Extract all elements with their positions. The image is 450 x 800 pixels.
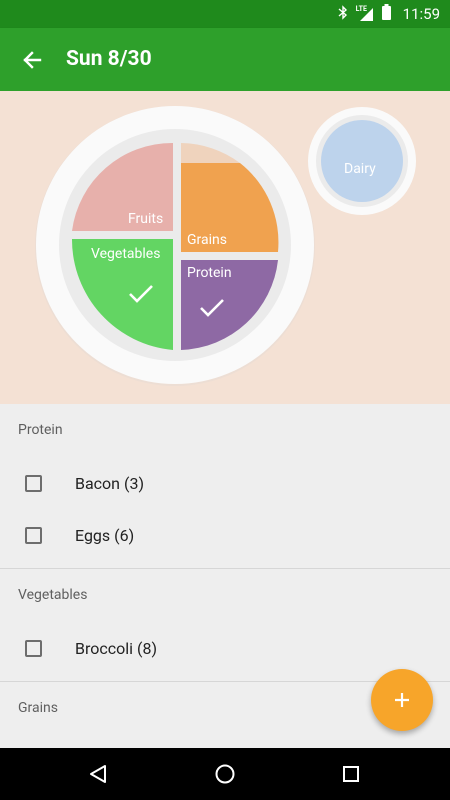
list-item-label: Broccoli (8) [75, 638, 158, 658]
vegetables-check-icon [129, 285, 153, 303]
protein-check-icon [200, 299, 224, 317]
arrow-back-icon [23, 51, 42, 69]
system-nav-bar [0, 748, 450, 800]
section-header-vegetables: Vegetables [18, 587, 88, 603]
status-bar: LTE 11:59 [0, 0, 450, 28]
nav-recents-icon [343, 766, 359, 782]
nav-recents-button[interactable] [336, 759, 366, 789]
grains-label: Grains [187, 232, 227, 248]
grains-section-top [181, 143, 240, 163]
list-item-partial[interactable] [0, 735, 450, 748]
nav-home-button[interactable] [210, 759, 240, 789]
nav-home-icon [215, 764, 235, 784]
page-title: Sun 8/30 [66, 47, 152, 71]
list-item[interactable]: Eggs (6) [0, 509, 450, 561]
protein-label: Protein [187, 265, 232, 281]
list-item[interactable]: Bacon (3) [0, 457, 450, 509]
list-item[interactable]: Broccoli (8) [0, 622, 450, 674]
vegetables-label: Vegetables [91, 246, 161, 262]
list-item-label: Eggs (6) [75, 525, 135, 545]
plus-icon [395, 693, 409, 707]
status-time: 11:59 [402, 5, 440, 23]
list-item-label: Bacon (3) [75, 473, 145, 493]
bluetooth-icon [338, 4, 348, 24]
checkbox[interactable] [25, 474, 42, 492]
nav-back-button[interactable] [83, 759, 113, 789]
nav-back-icon [90, 765, 106, 783]
add-food-button[interactable] [371, 669, 433, 731]
checkbox[interactable] [25, 639, 42, 657]
checkbox[interactable] [25, 526, 42, 544]
fruits-label: Fruits [128, 211, 164, 227]
back-button[interactable] [14, 42, 50, 78]
plate-hero: Fruits Grains Vegetables Protein Dairy [0, 91, 450, 404]
dairy-label: Dairy [344, 161, 376, 177]
battery-icon [381, 4, 391, 24]
app-bar: Sun 8/30 [0, 28, 450, 91]
status-icons: LTE 11:59 [338, 0, 450, 28]
lte-signal-icon: LTE [356, 5, 374, 22]
section-header-protein: Protein [18, 422, 63, 438]
